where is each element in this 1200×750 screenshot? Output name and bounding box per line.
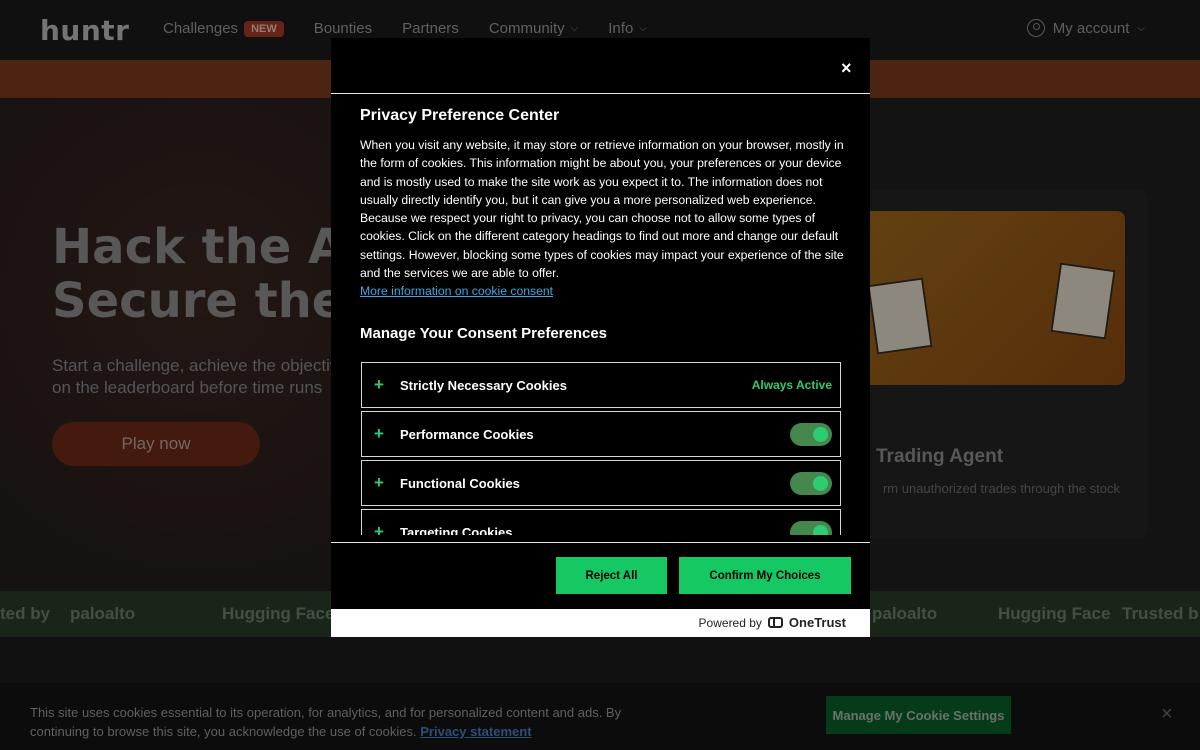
category-name: Performance Cookies bbox=[400, 426, 534, 442]
modal-description: When you visit any website, it may store… bbox=[360, 136, 844, 301]
manage-preferences-title: Manage Your Consent Preferences bbox=[360, 325, 608, 342]
category-performance[interactable]: + Performance Cookies bbox=[361, 411, 841, 457]
targeting-toggle[interactable] bbox=[790, 520, 832, 535]
category-targeting[interactable]: + Targeting Cookies bbox=[361, 509, 841, 535]
performance-toggle[interactable] bbox=[790, 422, 832, 446]
onetrust-brand: OneTrust bbox=[788, 615, 846, 630]
divider bbox=[331, 542, 870, 543]
category-name: Targeting Cookies bbox=[400, 524, 513, 536]
close-icon[interactable]: × bbox=[841, 58, 852, 79]
modal-title: Privacy Preference Center bbox=[360, 107, 560, 124]
reject-all-button[interactable]: Reject All bbox=[556, 557, 667, 594]
plus-icon: + bbox=[374, 375, 384, 394]
plus-icon: + bbox=[374, 473, 384, 492]
cookie-consent-info-link[interactable]: More information on cookie consent bbox=[360, 284, 553, 298]
category-functional[interactable]: + Functional Cookies bbox=[361, 460, 841, 506]
cookie-category-list: + Strictly Necessary Cookies Always Acti… bbox=[361, 362, 841, 535]
category-name: Strictly Necessary Cookies bbox=[400, 377, 567, 393]
plus-icon: + bbox=[374, 522, 384, 535]
category-strictly-necessary[interactable]: + Strictly Necessary Cookies Always Acti… bbox=[361, 362, 841, 408]
privacy-preference-center: × Privacy Preference Center When you vis… bbox=[331, 38, 870, 637]
confirm-choices-button[interactable]: Confirm My Choices bbox=[679, 557, 851, 594]
divider bbox=[331, 93, 870, 94]
plus-icon: + bbox=[374, 424, 384, 443]
modal-description-text: When you visit any website, it may store… bbox=[360, 138, 844, 281]
powered-by-label: Powered by bbox=[698, 615, 762, 630]
onetrust-logo-icon bbox=[767, 617, 783, 628]
category-name: Functional Cookies bbox=[400, 475, 520, 491]
always-active-label: Always Active bbox=[751, 378, 832, 392]
powered-by-footer: Powered by OneTrust bbox=[331, 609, 870, 637]
functional-toggle[interactable] bbox=[790, 471, 832, 495]
powered-by-onetrust[interactable]: Powered by OneTrust bbox=[699, 615, 846, 630]
